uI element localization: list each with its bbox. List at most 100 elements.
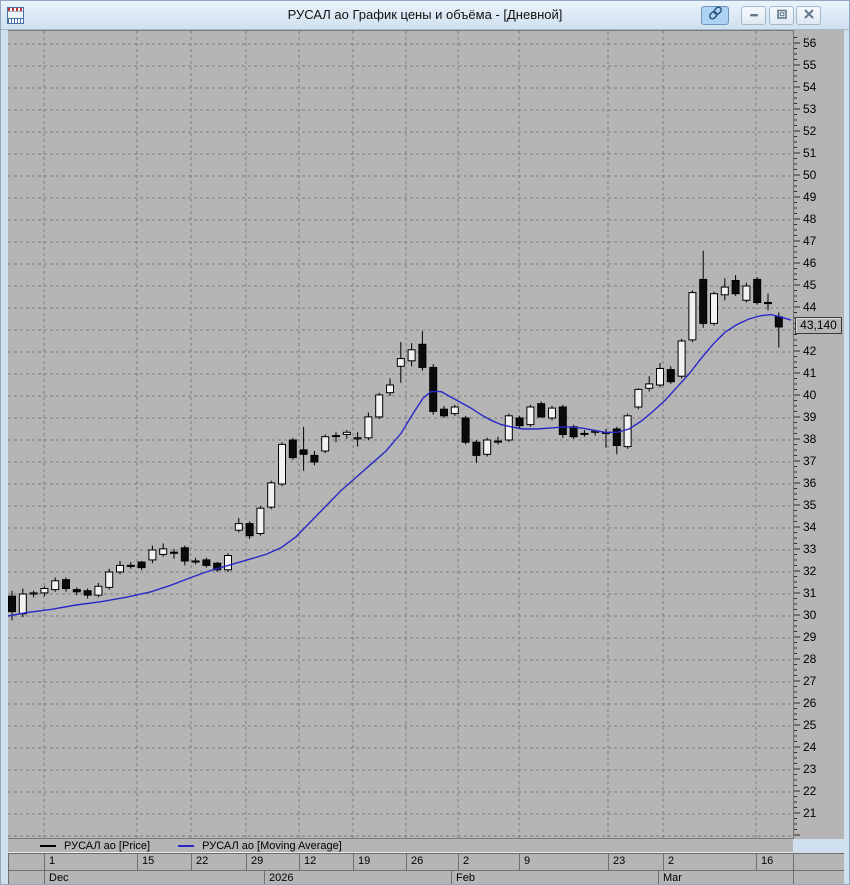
y-axis-label: 49 xyxy=(803,190,817,204)
date-axis-days[interactable]: 1 15 22 29 12 19 26 2 9 23 2 16 xyxy=(8,853,844,870)
title-bar[interactable]: РУСАЛ ао График цены и объёма - [Дневной… xyxy=(1,1,849,30)
candle xyxy=(461,415,470,445)
y-axis-label: 52 xyxy=(803,124,817,138)
y-axis-label: 35 xyxy=(803,498,817,512)
candle xyxy=(364,412,373,440)
y-axis-label: 47 xyxy=(803,234,817,248)
y-axis-label: 31 xyxy=(803,586,817,600)
candle xyxy=(720,278,729,301)
y-axis-label: 26 xyxy=(803,696,817,710)
day-cell: 12 xyxy=(299,854,353,870)
candle xyxy=(386,378,394,396)
window-right-edge xyxy=(844,30,849,884)
candle xyxy=(202,557,211,568)
ma-series-swatch xyxy=(178,844,195,847)
candle xyxy=(267,480,276,510)
candle xyxy=(234,518,243,533)
candle xyxy=(440,405,448,418)
candle xyxy=(731,275,740,296)
candle xyxy=(310,451,319,466)
month-cell xyxy=(8,871,44,884)
chain-icon xyxy=(708,6,723,25)
candle xyxy=(688,290,697,343)
day-cell: 16 xyxy=(756,854,793,870)
candle xyxy=(515,415,524,428)
candle xyxy=(245,521,254,539)
month-cell: Dec xyxy=(44,871,264,884)
y-axis-label: 42 xyxy=(803,344,817,358)
close-button[interactable] xyxy=(796,6,821,25)
candle xyxy=(472,440,481,464)
candle xyxy=(40,586,49,597)
day-cell xyxy=(793,854,844,870)
price-series-swatch xyxy=(40,844,56,847)
candle xyxy=(548,405,556,421)
y-axis-label: 24 xyxy=(803,740,817,754)
candle xyxy=(418,331,427,371)
candle xyxy=(29,590,38,598)
ma-series-label: РУСАЛ ао [Moving Average] xyxy=(202,839,342,852)
chart-window: РУСАЛ ао График цены и объёма - [Дневной… xyxy=(0,0,850,885)
link-button[interactable] xyxy=(701,6,729,25)
candle xyxy=(429,364,438,415)
candle xyxy=(299,426,308,471)
candle xyxy=(656,363,664,388)
y-axis-label: 55 xyxy=(803,58,817,72)
y-axis-label: 38 xyxy=(803,432,817,446)
candle xyxy=(256,506,265,536)
y-axis-label: 39 xyxy=(803,410,817,424)
day-cell: 22 xyxy=(191,854,246,870)
restore-button[interactable] xyxy=(769,6,794,25)
chart-legend: РУСАЛ ао [Price] РУСАЛ ао [Moving Averag… xyxy=(8,839,793,853)
month-cell: Mar xyxy=(658,871,793,884)
y-axis-label: 30 xyxy=(803,608,817,622)
y-axis-label: 40 xyxy=(803,388,817,402)
candle xyxy=(224,553,232,572)
candle xyxy=(558,404,567,438)
y-axis-label: 29 xyxy=(803,630,817,644)
candle xyxy=(213,562,222,572)
y-axis-label: 34 xyxy=(803,520,817,534)
date-axis-months[interactable]: Dec 2026 Feb Mar xyxy=(8,870,844,884)
candle xyxy=(407,343,416,367)
minimize-button[interactable] xyxy=(741,6,766,25)
candle xyxy=(159,543,168,557)
y-axis-label: 48 xyxy=(803,212,817,226)
day-cell: 1 xyxy=(44,854,137,870)
day-cell xyxy=(8,854,44,870)
candle xyxy=(62,577,70,592)
candle xyxy=(148,545,157,564)
candle xyxy=(677,338,686,379)
candle xyxy=(450,404,459,416)
candle xyxy=(94,583,103,598)
y-axis-label: 32 xyxy=(803,564,817,578)
y-axis-label: 56 xyxy=(803,36,817,50)
day-cell: 19 xyxy=(353,854,406,870)
candle xyxy=(288,437,297,460)
day-cell: 9 xyxy=(519,854,608,870)
candle xyxy=(278,442,286,487)
candle xyxy=(321,434,330,454)
price-chart-plot[interactable] xyxy=(8,30,793,840)
candle xyxy=(396,342,405,383)
day-cell: 26 xyxy=(406,854,458,870)
price-series-label: РУСАЛ ао [Price] xyxy=(64,839,151,852)
candle xyxy=(105,568,114,590)
candle xyxy=(504,413,513,443)
y-axis-label: 45 xyxy=(803,278,817,292)
price-axis[interactable]: 21 22 23 24 25 26 27 28 29 30 31 32 33 34 35 36 37 38 39 40… xyxy=(793,30,844,839)
y-axis-label: 25 xyxy=(803,718,817,732)
candle xyxy=(666,366,675,384)
day-cell: 2 xyxy=(458,854,519,870)
restore-icon xyxy=(775,7,789,25)
y-axis-label: 36 xyxy=(803,476,817,490)
y-axis-label: 41 xyxy=(803,366,817,380)
candle xyxy=(634,388,643,410)
window-left-edge xyxy=(1,30,8,884)
candle xyxy=(699,250,708,328)
y-axis-label: 54 xyxy=(803,80,817,94)
month-cell: Feb xyxy=(451,871,658,884)
candle xyxy=(742,282,751,303)
candle xyxy=(612,426,621,455)
month-cell: 2026 xyxy=(264,871,451,884)
